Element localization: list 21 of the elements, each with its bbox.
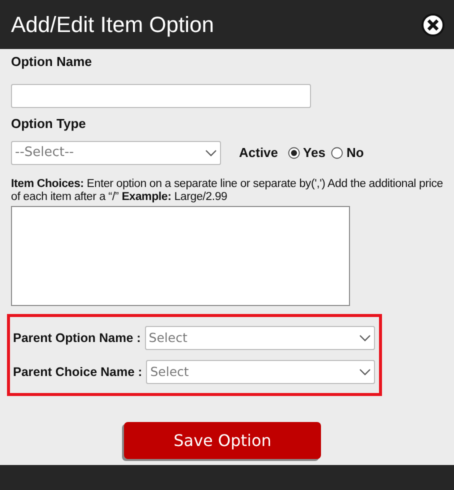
chevron-down-icon bbox=[205, 149, 217, 157]
option-type-select[interactable]: --Select-- bbox=[11, 141, 221, 165]
option-name-field[interactable] bbox=[11, 84, 311, 108]
parent-select[interactable]: Select bbox=[146, 360, 375, 384]
chevron-down-icon bbox=[359, 368, 371, 376]
radio-option[interactable]: Yes bbox=[288, 143, 326, 163]
close-icon[interactable] bbox=[421, 12, 445, 36]
dialog-title: Add/Edit Item Option bbox=[11, 11, 214, 39]
radio-icon[interactable] bbox=[288, 147, 300, 159]
save-option-button[interactable]: Save Option bbox=[124, 422, 321, 459]
item-choices-help: Item Choices: Enter option on a separate line or separate by(',') Add the additional price of each item after a “/” Example: Large/2.99 bbox=[11, 178, 444, 204]
active-label: Active bbox=[239, 144, 278, 162]
chevron-down-icon bbox=[359, 334, 371, 342]
field-label: Parent Choice Name : bbox=[13, 364, 142, 381]
field-label: Parent Option Name : bbox=[13, 330, 141, 347]
radio-option[interactable]: No bbox=[331, 143, 364, 163]
parent-select[interactable]: Select bbox=[144, 326, 375, 350]
field-label: Option Name bbox=[11, 53, 93, 71]
field-label: Option Type bbox=[11, 114, 87, 133]
radio-icon[interactable] bbox=[331, 147, 344, 159]
item-choices-field[interactable] bbox=[11, 206, 350, 306]
